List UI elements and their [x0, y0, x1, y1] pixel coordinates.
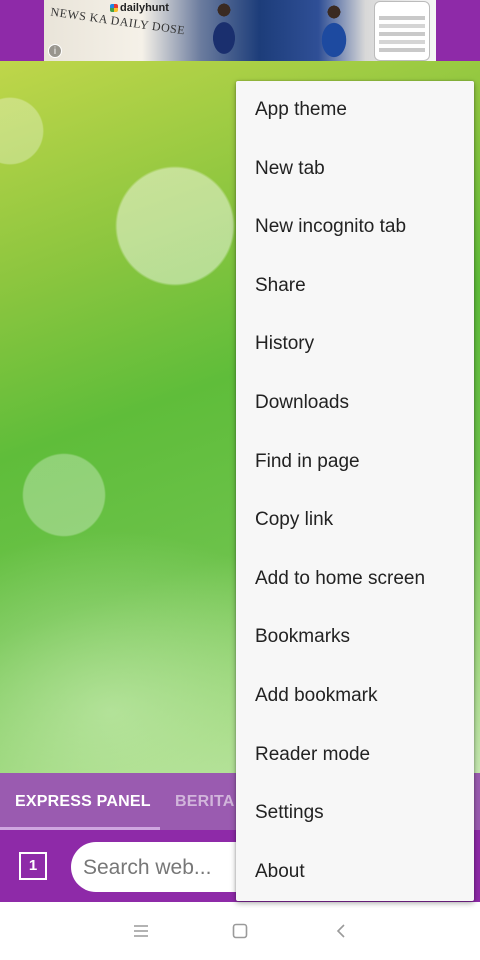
menu-item-new-incognito-tab[interactable]: New incognito tab — [236, 198, 474, 256]
menu-item-downloads[interactable]: Downloads — [236, 374, 474, 432]
menu-item-add-bookmark[interactable]: Add bookmark — [236, 667, 474, 725]
menu-item-reader-mode[interactable]: Reader mode — [236, 726, 474, 784]
tab-berita[interactable]: BERITA — [175, 793, 235, 811]
overflow-menu: App theme New tab New incognito tab Shar… — [236, 81, 474, 901]
menu-item-find-in-page[interactable]: Find in page — [236, 433, 474, 491]
menu-icon[interactable] — [129, 919, 153, 943]
menu-item-history[interactable]: History — [236, 315, 474, 373]
ad-brand-text: dailyhunt — [120, 2, 169, 14]
ad-cricket-players-image — [184, 0, 374, 61]
ad-phone-image — [374, 1, 430, 61]
menu-item-about[interactable]: About — [236, 843, 474, 901]
tab-switcher-button[interactable]: 1 — [19, 852, 47, 880]
menu-item-bookmarks[interactable]: Bookmarks — [236, 608, 474, 666]
ad-banner-image[interactable]: NEWS KA DAILY DOSE dailyhunt i — [44, 0, 436, 61]
dailyhunt-logo-icon — [110, 4, 118, 12]
tab-express-panel[interactable]: EXPRESS PANEL — [15, 793, 151, 811]
back-icon[interactable] — [329, 919, 353, 943]
menu-item-settings[interactable]: Settings — [236, 784, 474, 842]
info-icon[interactable]: i — [48, 44, 62, 58]
home-icon[interactable] — [228, 919, 252, 943]
system-navigation-bar — [0, 902, 480, 960]
search-input[interactable] — [81, 850, 235, 886]
ad-brand-logo: dailyhunt — [110, 2, 169, 14]
menu-item-new-tab[interactable]: New tab — [236, 140, 474, 198]
menu-item-share[interactable]: Share — [236, 257, 474, 315]
menu-item-add-to-home-screen[interactable]: Add to home screen — [236, 550, 474, 608]
menu-item-copy-link[interactable]: Copy link — [236, 491, 474, 549]
ad-banner-bar: NEWS KA DAILY DOSE dailyhunt i — [0, 0, 480, 61]
menu-item-app-theme[interactable]: App theme — [236, 81, 474, 139]
